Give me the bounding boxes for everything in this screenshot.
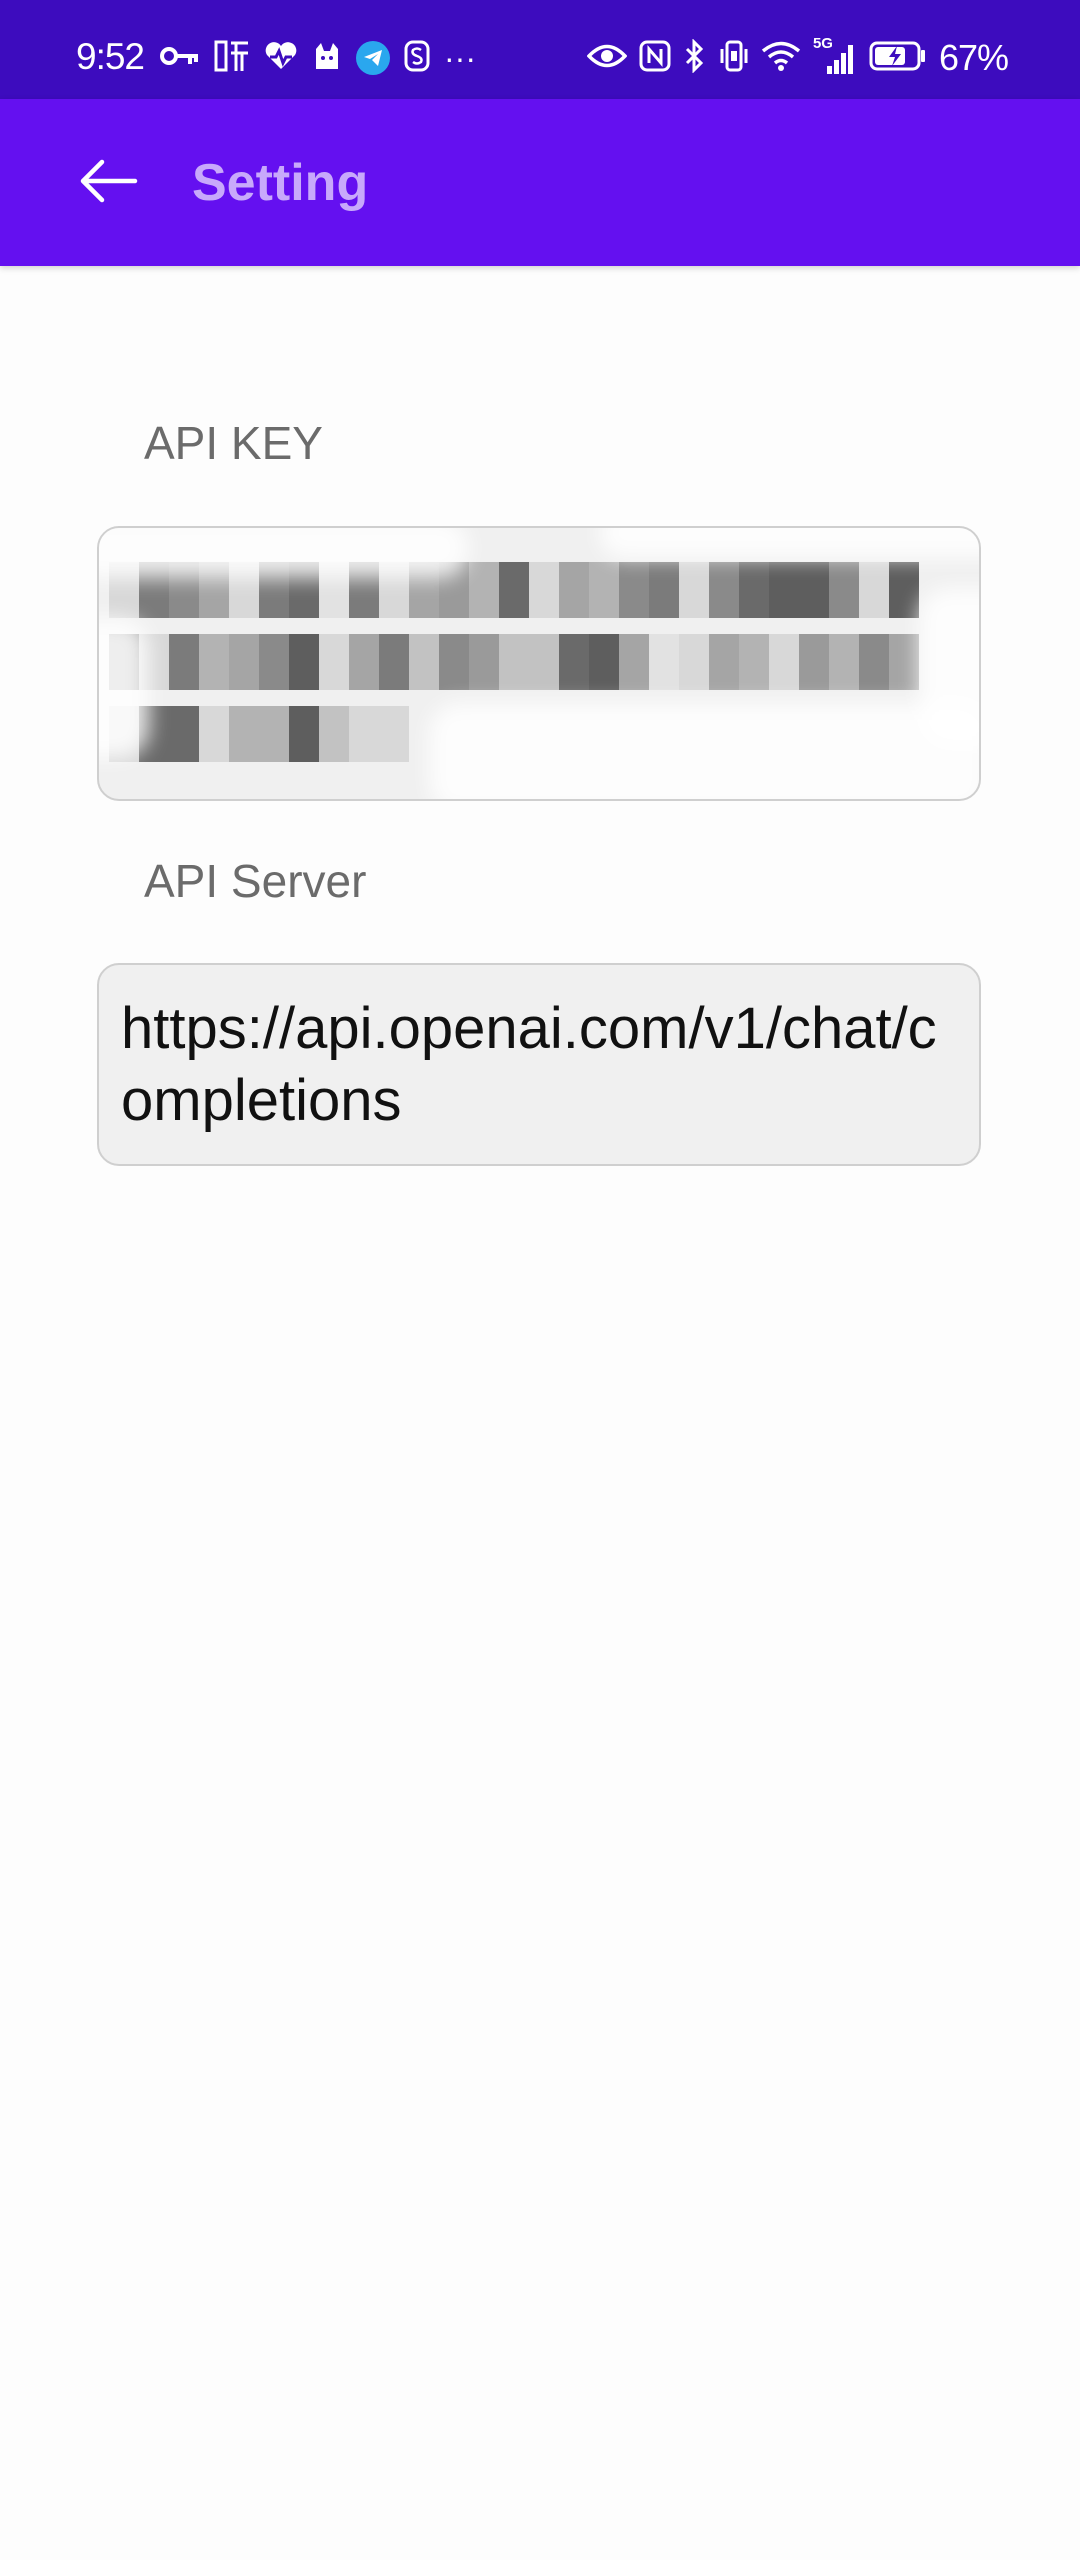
- notification-icons: ···: [160, 38, 476, 78]
- pixel-block: [589, 562, 619, 618]
- pixel-block: [469, 562, 499, 618]
- bluetooth-icon: [683, 37, 707, 78]
- more-dots-icon: ···: [444, 40, 476, 76]
- pixel-block: [529, 562, 559, 618]
- pixel-block: [649, 562, 679, 618]
- app-bar: Setting: [0, 99, 1080, 266]
- pixel-block: [769, 562, 799, 618]
- pixel-block: [619, 634, 649, 690]
- battery-charging-icon: [869, 41, 927, 76]
- pixel-block: [559, 562, 589, 618]
- api-server-value: https://api.openai.com/v1/chat/completio…: [121, 996, 937, 1133]
- pixel-block: [859, 562, 889, 618]
- pixel-block: [379, 706, 409, 762]
- pixel-block: [439, 634, 469, 690]
- pixel-block: [709, 634, 739, 690]
- vibrate-icon: [719, 39, 749, 78]
- pixel-block: [829, 562, 859, 618]
- pixel-block: [319, 706, 349, 762]
- api-server-input[interactable]: https://api.openai.com/v1/chat/completio…: [97, 963, 981, 1166]
- pixel-block: [859, 634, 889, 690]
- nfc-icon: [639, 40, 671, 77]
- pixel-block: [379, 634, 409, 690]
- pixel-block: [499, 634, 529, 690]
- pixel-block: [229, 706, 259, 762]
- status-time: 9:52: [76, 36, 145, 77]
- pixel-block: [679, 634, 709, 690]
- listen-icon: [214, 39, 250, 78]
- pixel-block: [259, 706, 289, 762]
- pixel-block: [559, 634, 589, 690]
- api-key-label: API KEY: [144, 417, 323, 469]
- pixel-block: [259, 634, 289, 690]
- pixel-block: [709, 562, 739, 618]
- pixel-block: [319, 634, 349, 690]
- pixel-block: [529, 634, 559, 690]
- back-button[interactable]: [60, 141, 156, 221]
- pixel-block: [469, 634, 499, 690]
- eye-icon: [586, 42, 628, 74]
- pixel-block: [289, 706, 319, 762]
- pixel-block: [499, 562, 529, 618]
- arrow-left-icon: [80, 159, 138, 203]
- key-icon: [160, 41, 200, 76]
- wifi-icon: [761, 40, 801, 77]
- signal-5g-icon: 5G: [813, 36, 857, 76]
- pixel-block: [739, 634, 769, 690]
- page-title: Setting: [192, 154, 369, 212]
- api-server-label: API Server: [144, 855, 367, 907]
- system-icons: 5G 67%: [586, 36, 1009, 78]
- api-key-input[interactable]: [97, 526, 981, 801]
- pixel-block: [169, 634, 199, 690]
- pixel-block: [199, 634, 229, 690]
- pixel-block: [829, 634, 859, 690]
- telegram-icon: [356, 41, 390, 75]
- pixel-block: [799, 634, 829, 690]
- pixel-block: [229, 634, 259, 690]
- heart-pulse-icon: [264, 41, 298, 76]
- pixel-block: [619, 562, 649, 618]
- pixel-block: [679, 562, 709, 618]
- pixel-block: [649, 634, 679, 690]
- status-bar: 9:52 ··· 5G 67%: [0, 0, 1080, 99]
- battery-percent: 67%: [938, 37, 1009, 78]
- cat-icon: [312, 41, 342, 76]
- pixel-block: [289, 634, 319, 690]
- pixel-block: [799, 562, 829, 618]
- pixel-block: [589, 634, 619, 690]
- pixel-block: [199, 706, 229, 762]
- s-app-icon: [404, 40, 430, 77]
- pixel-block: [769, 634, 799, 690]
- pixel-block: [889, 562, 919, 618]
- pixel-block: [409, 634, 439, 690]
- pixel-block: [349, 634, 379, 690]
- redacted-api-key: [99, 528, 979, 799]
- pixel-block: [169, 706, 199, 762]
- pixel-block: [739, 562, 769, 618]
- pixel-block: [349, 706, 379, 762]
- pixel-block: [889, 634, 919, 690]
